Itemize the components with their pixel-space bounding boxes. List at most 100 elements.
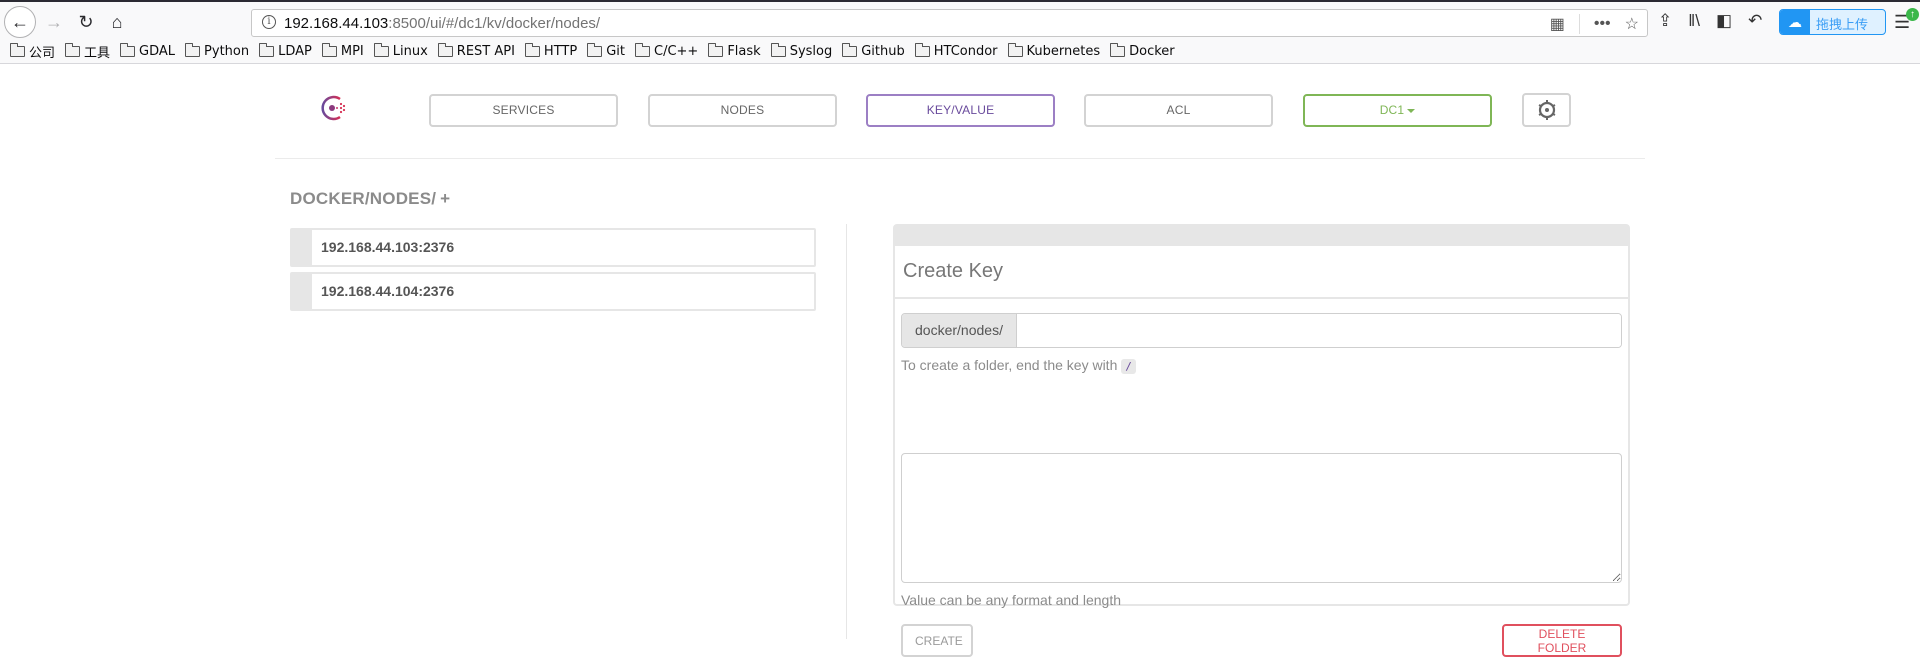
more-icon[interactable]: ••• <box>1594 15 1611 33</box>
key-name: 192.168.44.104:2376 <box>321 283 455 299</box>
nav-nodes[interactable]: NODES <box>648 94 837 127</box>
key-name: 192.168.44.103:2376 <box>321 239 455 255</box>
bookmark-folder[interactable]: Syslog <box>770 43 833 59</box>
bookmark-folder[interactable]: GDAL <box>120 43 176 59</box>
consul-ui: SERVICES NODES KEY/VALUE ACL DC1 DOCKER/… <box>0 65 1920 657</box>
key-list-item[interactable]: 192.168.44.104:2376 <box>290 272 816 311</box>
bookmark-label: Python <box>204 44 250 59</box>
key-prefix-addon: docker/nodes/ <box>902 314 1017 347</box>
bookmark-label: MPI <box>340 44 364 59</box>
url-text[interactable]: 192.168.44.103:8500/ui/#/dc1/kv/docker/n… <box>284 15 600 32</box>
consul-logo-icon[interactable] <box>318 92 350 124</box>
key-list-item[interactable]: 192.168.44.103:2376 <box>290 228 816 267</box>
bookmark-folder[interactable]: 公司 <box>10 42 55 61</box>
create-button[interactable]: CREATE <box>901 624 973 657</box>
forward-button[interactable]: → <box>40 8 68 36</box>
bookmark-folder[interactable]: Git <box>587 43 625 59</box>
kv-path-title: DOCKER/NODES/+ <box>290 189 450 209</box>
value-textarea[interactable] <box>901 453 1622 583</box>
bookmark-folder[interactable]: HTCondor <box>914 43 998 59</box>
bookmark-label: Flask <box>727 44 761 59</box>
baidu-upload-extension[interactable]: ☁ 拖拽上传 <box>1779 9 1886 35</box>
slash-code: / <box>1121 359 1136 374</box>
bookmark-folder[interactable]: LDAP <box>259 43 312 59</box>
bookmark-folder[interactable]: Linux <box>373 43 428 59</box>
cloud-icon: ☁ <box>1780 10 1810 34</box>
key-list: 192.168.44.103:2376 192.168.44.104:2376 <box>290 228 816 316</box>
folder-icon <box>120 43 136 57</box>
info-icon[interactable]: i <box>262 15 276 29</box>
bookmark-label: LDAP <box>278 44 312 59</box>
folder-icon <box>185 43 201 57</box>
folder-icon <box>10 43 25 57</box>
url-bar[interactable]: i 192.168.44.103:8500/ui/#/dc1/kv/docker… <box>251 9 1648 37</box>
panel-divider <box>895 297 1628 299</box>
update-arrow-icon: ↑ <box>1906 8 1919 21</box>
home-button[interactable]: ⌂ <box>103 8 131 36</box>
folder-icon <box>437 43 453 57</box>
bookmark-folder[interactable]: REST API <box>437 43 515 59</box>
folder-hint-text: To create a folder, end the key with <box>901 357 1118 373</box>
sidebar-icon[interactable]: ◧ <box>1716 11 1732 31</box>
bookmark-label: 公司 <box>29 46 56 61</box>
reload-icon: ↻ <box>78 11 94 32</box>
bookmark-folder[interactable]: Docker <box>1110 43 1175 59</box>
bookmark-label: Linux <box>392 44 428 59</box>
key-input[interactable] <box>1017 314 1621 347</box>
bookmark-label: HTTP <box>543 44 578 59</box>
bookmark-folder[interactable]: Python <box>185 43 250 59</box>
save-to-pocket-icon[interactable]: ⇪ <box>1658 11 1672 31</box>
bookmark-label: C/C++ <box>654 44 699 59</box>
bookmark-label: 工具 <box>84 46 111 61</box>
folder-icon <box>65 43 81 57</box>
add-key-button[interactable]: + <box>440 189 450 208</box>
qr-code-icon[interactable]: ▦ <box>1550 14 1565 34</box>
bookmark-folder[interactable]: HTTP <box>524 43 578 59</box>
nav-key-value[interactable]: KEY/VALUE <box>866 94 1055 127</box>
bookmark-label: GDAL <box>139 44 176 59</box>
settings-button[interactable] <box>1522 93 1571 127</box>
bookmark-folder[interactable]: Kubernetes <box>1007 43 1101 59</box>
column-divider <box>846 224 847 639</box>
extension-label: 拖拽上传 <box>1816 17 1869 32</box>
bookmark-label: REST API <box>456 44 515 59</box>
bookmarks-bar: 公司 工具 GDAL Python LDAP MPI Linux REST API HTTP Gi… <box>0 40 1920 64</box>
browser-toolbar: ← → ↻ ⌂ i 192.168.44.103:8500/ui/#/dc1/k… <box>0 2 1920 40</box>
bookmark-folder[interactable]: 工具 <box>65 42 110 61</box>
caret-down-icon <box>1407 108 1416 113</box>
bookmark-folder[interactable]: MPI <box>321 43 364 59</box>
folder-icon <box>587 43 603 57</box>
folder-hint: To create a folder, end the key with / <box>901 357 1136 374</box>
nav-acl[interactable]: ACL <box>1084 94 1273 127</box>
folder-icon <box>1007 43 1023 57</box>
datacenter-label: DC1 <box>1379 103 1405 117</box>
library-icon[interactable]: ‖\ <box>1688 11 1700 31</box>
folder-icon <box>524 43 540 57</box>
folder-icon <box>1110 43 1126 57</box>
bookmark-label: HTCondor <box>933 44 998 59</box>
bookmark-folder[interactable]: C/C++ <box>635 43 699 59</box>
nav-services[interactable]: SERVICES <box>429 94 618 127</box>
undo-icon[interactable]: ↶ <box>1748 11 1762 31</box>
bookmark-label: Syslog <box>789 44 833 59</box>
folder-icon <box>373 43 389 57</box>
datacenter-dropdown[interactable]: DC1 <box>1303 94 1492 127</box>
panel-title: Create Key <box>903 260 1004 282</box>
bookmark-folder[interactable]: Github <box>842 43 905 59</box>
gear-icon <box>1538 100 1555 120</box>
folder-icon <box>914 43 930 57</box>
delete-folder-button[interactable]: DELETE FOLDER <box>1502 624 1622 657</box>
reload-button[interactable]: ↻ <box>72 8 100 36</box>
path-label: DOCKER/NODES/ <box>290 189 437 208</box>
folder-icon <box>635 43 650 57</box>
bookmark-label: Kubernetes <box>1026 44 1101 59</box>
panel-header-bar <box>895 226 1628 246</box>
bookmark-label: Github <box>861 44 905 59</box>
value-hint: Value can be any format and length <box>901 592 1122 608</box>
home-icon: ⌂ <box>111 11 123 32</box>
bookmark-folder[interactable]: Flask <box>708 43 761 59</box>
folder-icon <box>708 43 724 57</box>
back-button[interactable]: ← <box>4 6 36 38</box>
folder-icon <box>259 43 275 57</box>
star-icon[interactable]: ☆ <box>1625 14 1639 34</box>
